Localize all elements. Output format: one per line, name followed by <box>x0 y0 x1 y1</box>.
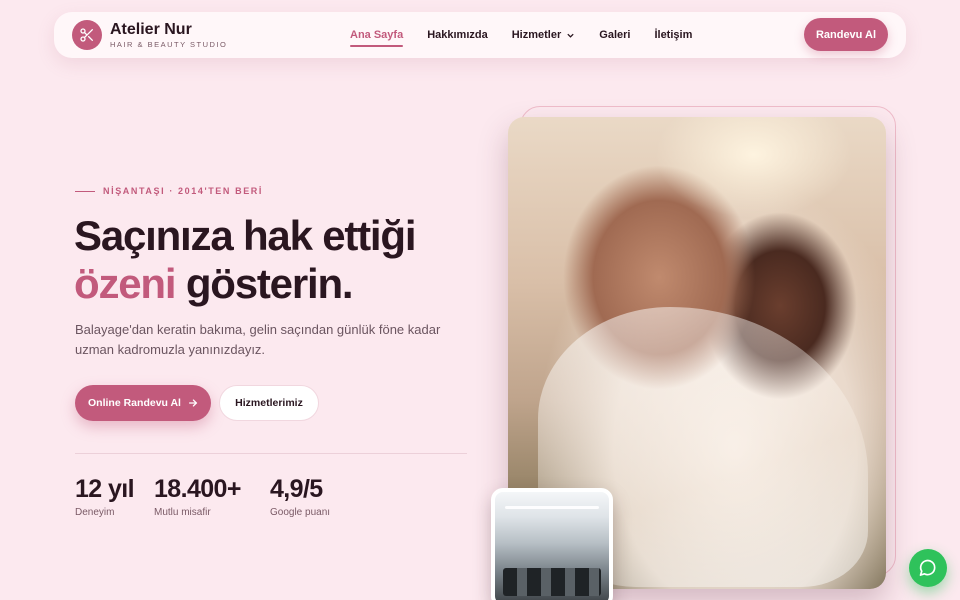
salon-chairs <box>503 568 601 596</box>
main-nav: Ana Sayfa Hakkımızda Hizmetler Galeri İl… <box>350 12 716 58</box>
hero-eyebrow: NİŞANTAŞI · 2014'TEN BERİ <box>75 186 263 196</box>
scissors-icon <box>72 20 102 50</box>
stat-happy-guests: 18.400+ Mutlu misafir <box>154 475 241 518</box>
nav-item-label: Hakkımızda <box>427 29 488 41</box>
stat-experience: 12 yıl Deneyim <box>75 475 135 518</box>
nav-item-label: İletişim <box>654 29 693 41</box>
nav-item-label: Galeri <box>599 29 631 41</box>
stat-value: 18.400+ <box>154 475 241 503</box>
stats-divider <box>75 453 467 454</box>
chevron-down-icon <box>566 31 575 40</box>
hero-headline: Saçınıza hak ettiği özeni gösterin. <box>74 212 494 308</box>
headline-line2: gösterin. <box>175 260 354 307</box>
stat-label: Google puanı <box>270 507 331 518</box>
brand-name: Atelier Nur <box>110 20 192 38</box>
online-booking-button[interactable]: Online Randevu Al <box>75 385 211 421</box>
nav-item-label: Ana Sayfa <box>350 29 404 41</box>
stat-google-rating: 4,9/5 Google puanı <box>270 475 330 518</box>
chat-bubble-icon <box>918 558 938 578</box>
navbar: Atelier Nur HAIR & BEAUTY STUDIO Ana Say… <box>54 12 906 58</box>
nav-item-label: Hizmetler <box>511 29 562 41</box>
stat-label: Deneyim <box>75 507 115 518</box>
headline-accent: özeni <box>74 260 177 307</box>
eyebrow-line <box>75 190 95 192</box>
ceiling-lights <box>505 506 599 509</box>
nav-item-contact[interactable]: İletişim <box>654 29 692 41</box>
nav-item-gallery[interactable]: Galeri <box>599 29 630 41</box>
online-booking-label: Online Randevu Al <box>88 397 181 409</box>
stat-value: 12 yıl <box>75 475 135 503</box>
headline-line1: Saçınıza hak ettiği <box>74 212 417 259</box>
brand-tagline: HAIR & BEAUTY STUDIO <box>110 39 228 49</box>
nav-item-services[interactable]: Hizmetler <box>512 29 576 41</box>
eyebrow-text: NİŞANTAŞI · 2014'TEN BERİ <box>103 186 263 196</box>
services-button[interactable]: Hizmetlerimiz <box>219 385 319 421</box>
brand[interactable]: Atelier Nur HAIR & BEAUTY STUDIO <box>72 20 227 50</box>
chat-button[interactable] <box>909 549 947 587</box>
arrow-right-icon <box>188 398 198 408</box>
salon-interior-thumbnail <box>491 488 613 600</box>
nav-item-about[interactable]: Hakkımızda <box>427 29 488 41</box>
nav-item-home[interactable]: Ana Sayfa <box>350 29 404 47</box>
stat-value: 4,9/5 <box>270 475 323 503</box>
stat-label: Mutlu misafir <box>154 507 211 518</box>
hero-lead: Balayage'dan keratin bakıma, gelin saçın… <box>75 322 441 357</box>
book-appointment-button[interactable]: Randevu Al <box>804 18 888 51</box>
